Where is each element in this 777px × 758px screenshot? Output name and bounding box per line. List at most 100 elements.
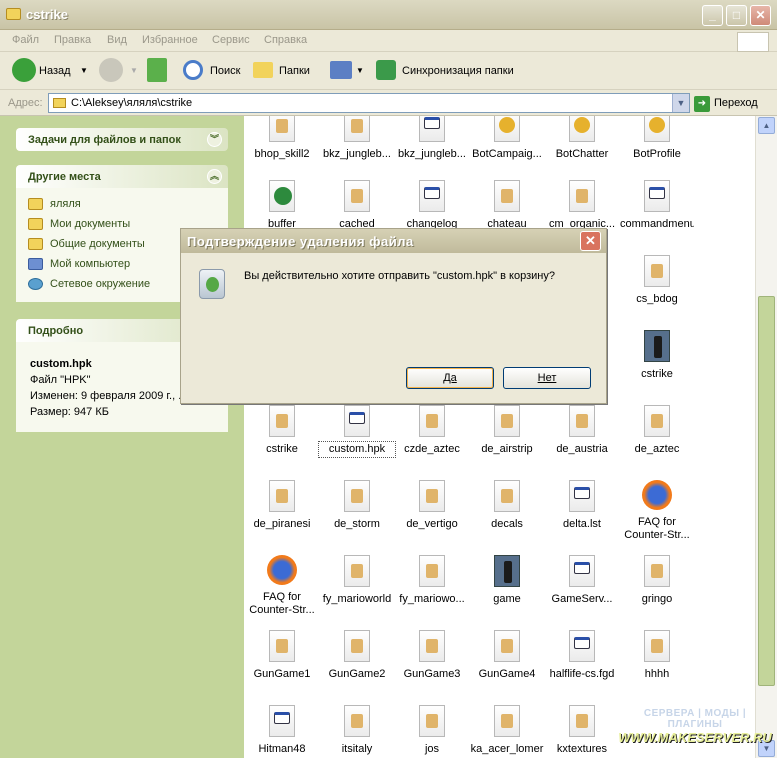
file-item[interactable]: de_airstrip <box>470 405 544 456</box>
file-name: BotCampaig... <box>472 148 542 160</box>
folder-icon <box>28 198 43 210</box>
file-item[interactable]: GameServ... <box>545 555 619 606</box>
dialog-close-button[interactable]: ✕ <box>580 231 601 251</box>
file-name: bkz_jungleb... <box>323 148 391 160</box>
file-item[interactable]: cached <box>320 180 394 231</box>
file-item[interactable]: fy_marioworld <box>320 555 394 606</box>
file-item[interactable]: GunGame2 <box>320 630 394 681</box>
forward-arrow-icon[interactable] <box>99 58 123 82</box>
file-tasks-panel: Задачи для файлов и папок ︾ <box>16 128 228 151</box>
folders-button[interactable]: Папки <box>279 60 310 82</box>
file-item[interactable]: GunGame4 <box>470 630 544 681</box>
archive-file-icon <box>569 705 595 737</box>
document-file-icon <box>269 705 295 737</box>
file-item[interactable]: FAQ for Counter-Str... <box>620 480 694 542</box>
menu-tools[interactable]: Сервис <box>212 34 250 46</box>
close-button[interactable]: ✕ <box>750 5 771 26</box>
menu-favorites[interactable]: Избранное <box>142 34 198 46</box>
file-item[interactable]: decals <box>470 480 544 531</box>
menu-file[interactable]: Файл <box>12 34 39 46</box>
file-item[interactable]: halflife-cs.fgd <box>545 630 619 681</box>
scroll-up-button[interactable]: ▲ <box>758 117 775 134</box>
scroll-thumb[interactable] <box>758 296 775 686</box>
file-item[interactable]: FAQ for Counter-Str... <box>245 555 319 617</box>
search-icon[interactable] <box>183 60 203 80</box>
file-item[interactable]: kxtextures <box>545 705 619 756</box>
file-name: halflife-cs.fgd <box>549 668 615 680</box>
menu-edit[interactable]: Правка <box>54 34 91 46</box>
file-item[interactable]: gringo <box>620 555 694 606</box>
file-item[interactable]: fy_mariowo... <box>395 555 469 606</box>
views-icon[interactable] <box>330 61 352 79</box>
file-item[interactable]: cs_bdog <box>620 255 694 306</box>
go-button[interactable]: ➜ Переход <box>694 95 758 113</box>
file-item[interactable]: de_vertigo <box>395 480 469 531</box>
chevron-up-icon[interactable]: ︽ <box>207 169 222 184</box>
file-name: bhop_skill2 <box>254 148 310 160</box>
folders-icon[interactable] <box>253 62 273 78</box>
file-item[interactable]: itsitaly <box>320 705 394 756</box>
file-name: gringo <box>641 593 673 605</box>
no-button[interactable]: Нет <box>503 367 591 389</box>
shared-folder-icon <box>28 238 43 250</box>
file-item[interactable]: bkz_jungleb... <box>395 116 469 161</box>
file-name: de_aztec <box>634 443 680 455</box>
file-item[interactable]: buffer <box>245 180 319 231</box>
views-dropdown-icon[interactable]: ▼ <box>356 60 364 82</box>
back-dropdown-icon[interactable]: ▼ <box>80 60 88 82</box>
back-button[interactable]: Назад <box>39 60 71 82</box>
file-item[interactable]: BotCampaig... <box>470 116 544 161</box>
sync-button[interactable]: Синхронизация папки <box>402 60 514 82</box>
file-item[interactable]: de_piranesi <box>245 480 319 531</box>
menu-help[interactable]: Справка <box>264 34 307 46</box>
file-item[interactable]: bkz_jungleb... <box>320 116 394 161</box>
address-field[interactable]: C:\Aleksey\яляля\cstrike ▼ <box>48 93 690 113</box>
menu-view[interactable]: Вид <box>107 34 127 46</box>
config-file-icon <box>644 116 670 142</box>
chevron-down-icon[interactable]: ︾ <box>207 132 222 147</box>
file-item[interactable]: BotChatter <box>545 116 619 161</box>
file-item[interactable]: GunGame3 <box>395 630 469 681</box>
place-link-yalyalya[interactable]: яляля <box>28 194 218 214</box>
file-item[interactable]: changelog <box>395 180 469 231</box>
file-item[interactable]: cm_organic... <box>545 180 619 231</box>
file-name: commandmenu <box>620 218 694 230</box>
file-item[interactable]: bhop_skill2 <box>245 116 319 161</box>
file-name: GunGame3 <box>403 668 461 680</box>
file-item[interactable]: chateau <box>470 180 544 231</box>
file-item[interactable]: custom.hpk <box>318 405 396 458</box>
file-item[interactable]: de_austria <box>545 405 619 456</box>
minimize-button[interactable]: _ <box>702 5 723 26</box>
file-item[interactable]: de_storm <box>320 480 394 531</box>
file-item[interactable]: hhhh <box>620 630 694 681</box>
back-arrow-icon[interactable] <box>12 58 36 82</box>
file-tasks-header[interactable]: Задачи для файлов и папок ︾ <box>16 128 228 151</box>
file-item[interactable]: jos <box>395 705 469 756</box>
file-item[interactable]: cstrike <box>245 405 319 456</box>
file-item[interactable]: delta.lst <box>545 480 619 531</box>
file-name: ka_acer_lomer <box>470 743 544 755</box>
yes-button[interactable]: Да <box>406 367 494 389</box>
file-item[interactable]: ka_acer_lomer <box>470 705 544 756</box>
file-item[interactable]: Hitman48 <box>245 705 319 756</box>
file-item[interactable]: cstrike <box>620 330 694 381</box>
up-folder-icon[interactable] <box>147 58 167 82</box>
maximize-button[interactable]: □ <box>726 5 747 26</box>
file-item[interactable]: czde_aztec <box>395 405 469 456</box>
vertical-scrollbar[interactable]: ▲ ▼ <box>755 116 777 758</box>
archive-file-icon <box>419 480 445 512</box>
archive-file-icon <box>344 180 370 212</box>
file-item[interactable]: de_aztec <box>620 405 694 456</box>
file-item[interactable]: BotProfile <box>620 116 694 161</box>
file-item[interactable]: GunGame1 <box>245 630 319 681</box>
chevron-down-icon[interactable]: ▼ <box>672 94 689 112</box>
other-places-header[interactable]: Другие места ︽ <box>16 165 228 188</box>
file-item[interactable]: commandmenu <box>620 180 694 231</box>
archive-file-icon <box>569 405 595 437</box>
recycle-bin-icon <box>199 269 225 299</box>
archive-file-icon <box>494 405 520 437</box>
file-item[interactable]: game <box>470 555 544 606</box>
forward-dropdown-icon[interactable]: ▼ <box>130 60 138 82</box>
search-button[interactable]: Поиск <box>210 60 240 82</box>
sync-icon[interactable] <box>376 60 396 80</box>
